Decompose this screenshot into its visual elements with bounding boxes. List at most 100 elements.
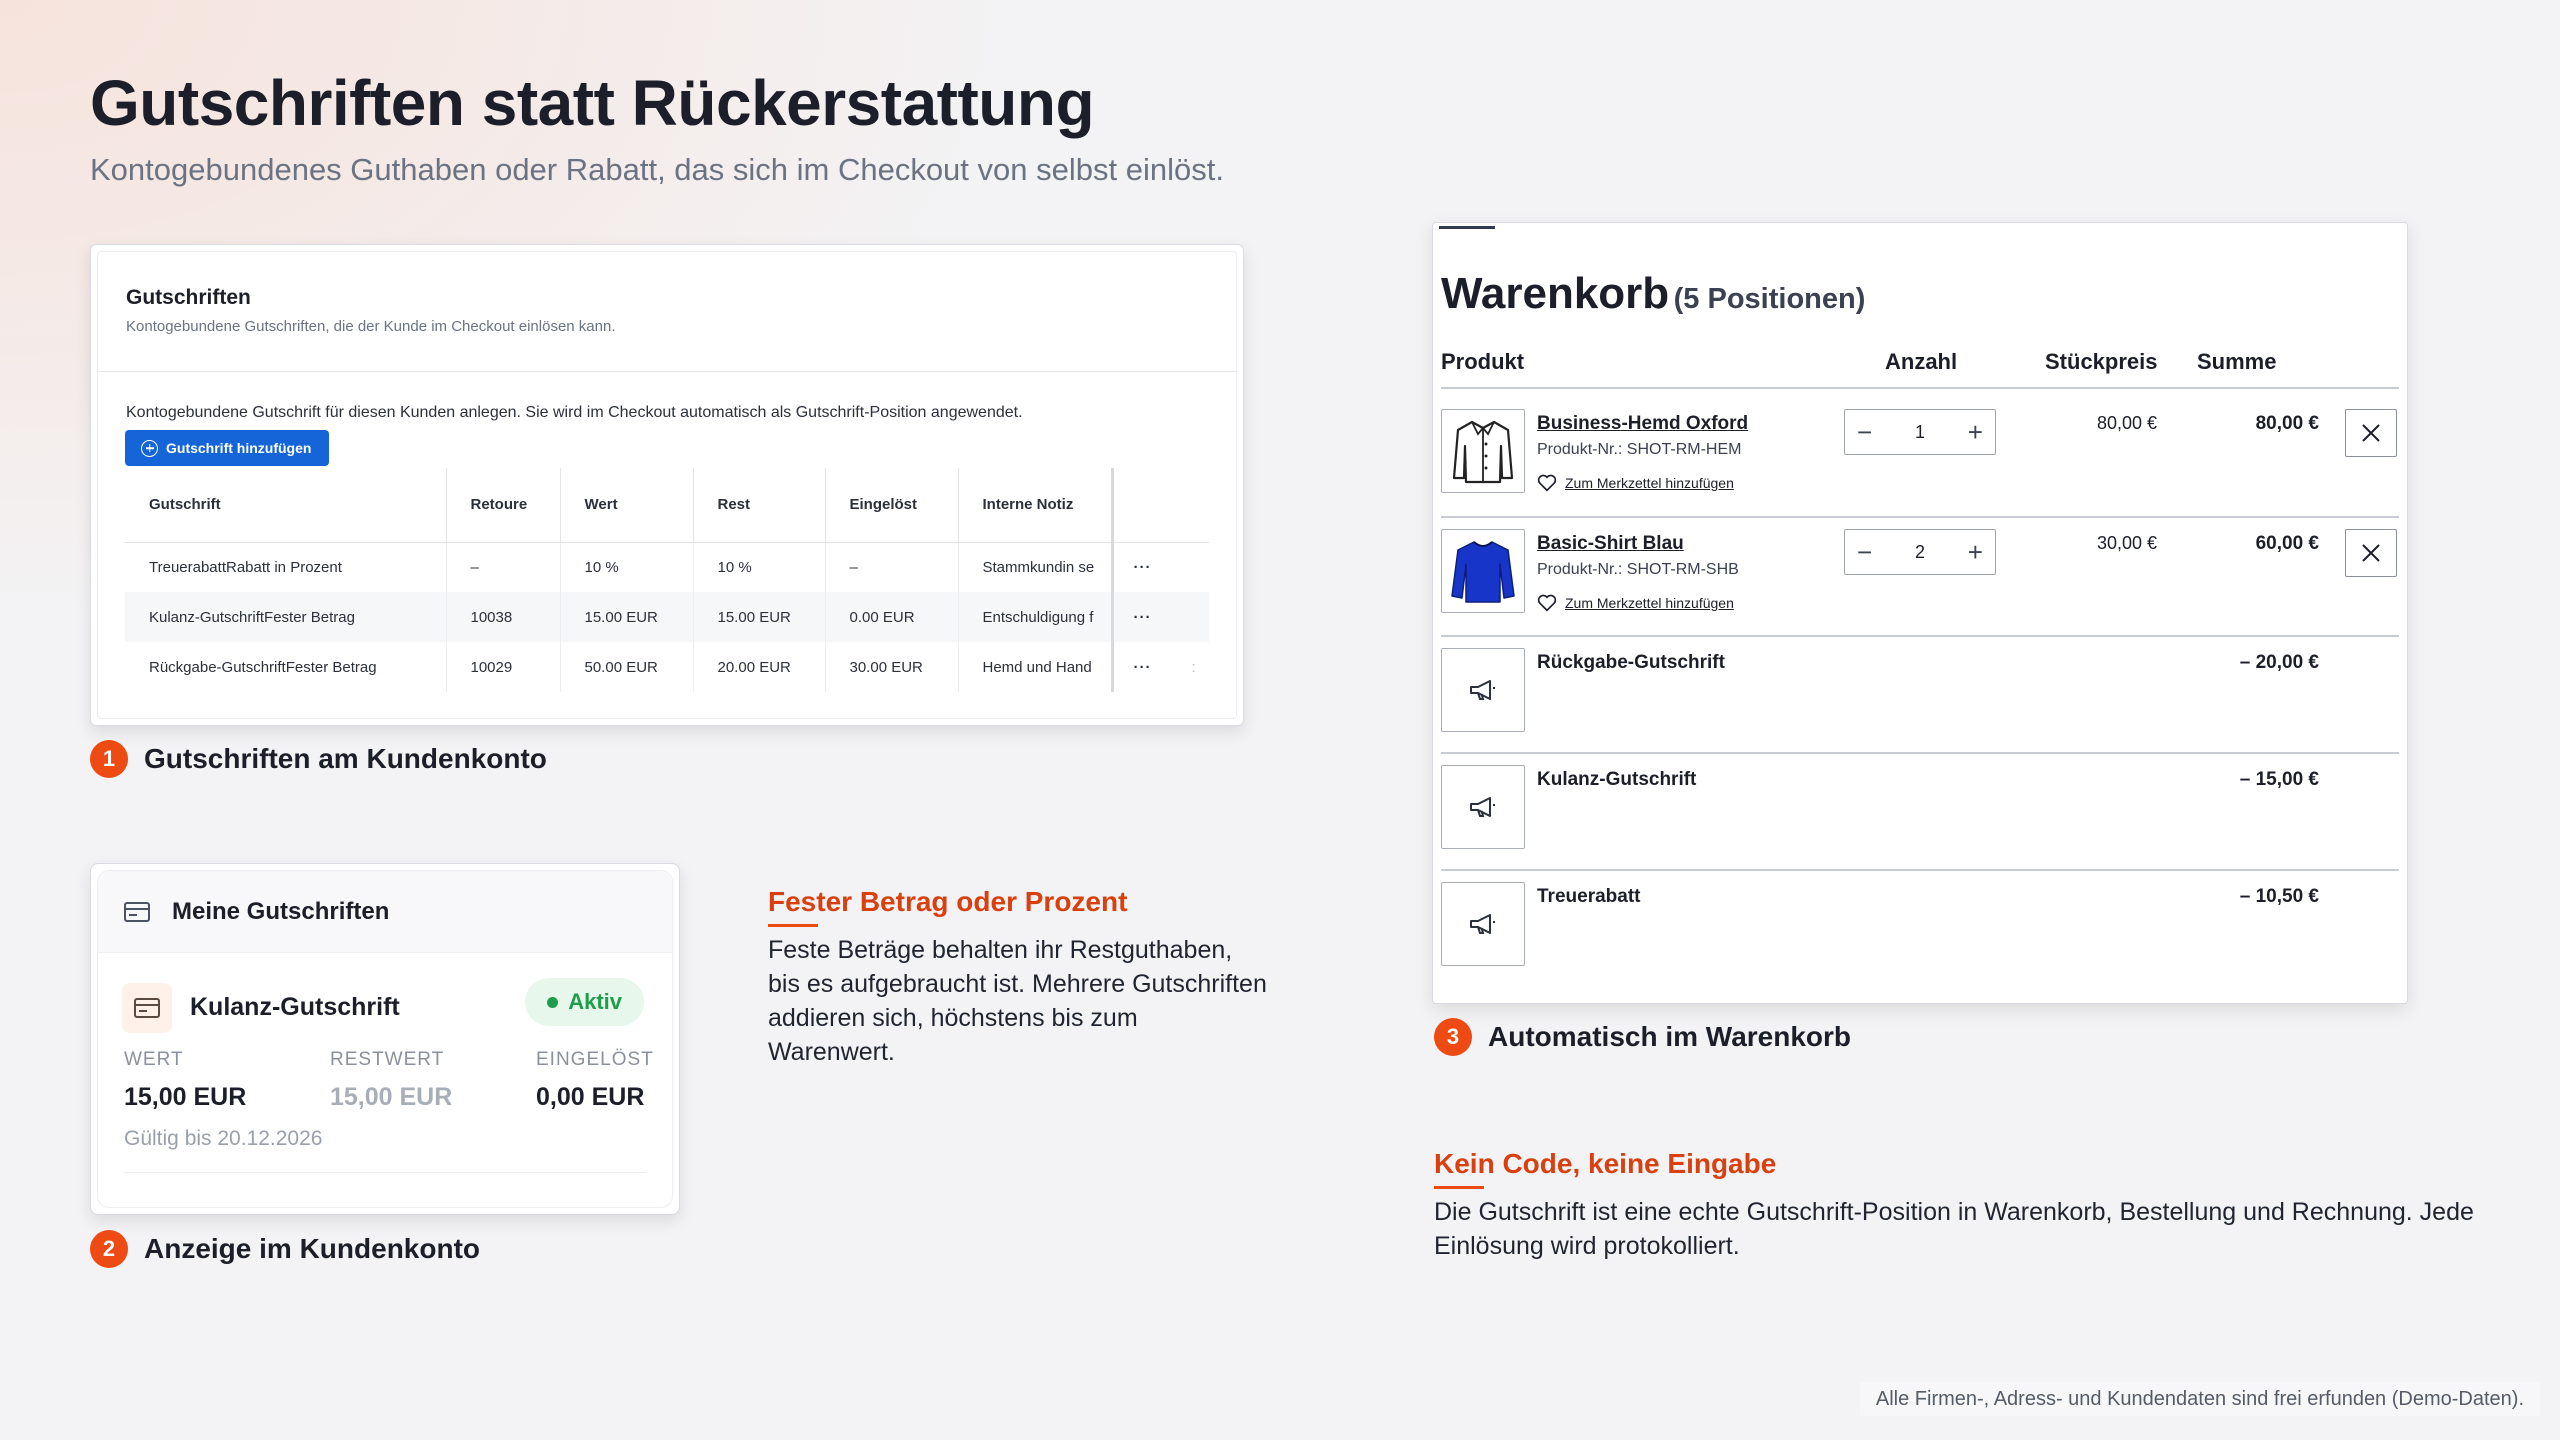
feature-underline: [768, 924, 818, 927]
product-name-link[interactable]: Business-Hemd Oxford: [1537, 413, 1748, 435]
cell-notiz: Entschuldigung f: [958, 592, 1114, 642]
credit-item-title: Kulanz-Gutschrift: [190, 993, 400, 1021]
col-header-stueckpreis: Stückpreis: [2045, 349, 2158, 374]
feature-heading: Kein Code, keine Eingabe: [1434, 1148, 1777, 1179]
megaphone-icon: [1470, 680, 1495, 700]
step-label: Anzeige im Kundenkonto: [144, 1233, 480, 1264]
credit-item-icon-box: [122, 983, 172, 1033]
quantity-stepper: − 1 +: [1844, 409, 1996, 455]
admin-description: Kontogebundene Gutschrift für diesen Kun…: [126, 404, 1023, 421]
customer-panel-header: Meine Gutschriften: [98, 871, 672, 953]
cart-title-text: Warenkorb: [1441, 269, 1670, 318]
cart-item-count: (5 Positionen): [1673, 283, 1866, 315]
col-header-produkt: Produkt: [1441, 349, 1525, 374]
cell-notiz: Stammkundin se: [958, 542, 1114, 592]
cell-gutschrift: TreuerabattRabatt in Prozent: [125, 542, 447, 592]
quantity-value[interactable]: 1: [1915, 422, 1925, 443]
status-badge: Aktiv: [525, 978, 644, 1026]
credit-sum: – 15,00 €: [2239, 769, 2319, 790]
wishlist-label: Zum Merkzettel hinzufügen: [1565, 475, 1734, 491]
row-divider: [1441, 752, 2399, 754]
feature-no-code: Kein Code, keine Eingabe Die Gutschrift …: [1434, 1148, 2474, 1263]
table-row: Kulanz-GutschriftFester Betrag 10038 15.…: [125, 592, 1209, 642]
product-thumbnail[interactable]: [1441, 409, 1525, 493]
value-eingeloest: 0,00 EUR: [536, 1083, 645, 1111]
credit-thumbnail: [1441, 765, 1525, 849]
label-wert: WERT: [124, 1049, 184, 1070]
step-1-label: 1 Gutschriften am Kundenkonto: [90, 740, 547, 778]
table-row: TreuerabattRabatt in Prozent – 10 % 10 %…: [125, 542, 1209, 592]
admin-panel-header: Gutschriften Kontogebundene Gutschriften…: [98, 252, 1236, 372]
shirt-outline-icon: [1452, 420, 1514, 484]
page-subtitle: Kontogebundenes Guthaben oder Rabatt, da…: [90, 152, 1224, 187]
cell-eingeloest: 0.00 EUR: [825, 592, 959, 642]
unit-price: 30,00 €: [2096, 533, 2157, 553]
add-to-wishlist-link[interactable]: Zum Merkzettel hinzufügen: [1537, 594, 1734, 612]
megaphone-icon: [1470, 797, 1495, 817]
increase-button[interactable]: +: [1968, 539, 1983, 565]
cell-eingeloest: –: [825, 542, 959, 592]
megaphone-icon: [1470, 914, 1495, 934]
row-actions-label: ···: [1133, 658, 1152, 676]
cell-retoure: –: [446, 542, 561, 592]
add-to-wishlist-link[interactable]: Zum Merkzettel hinzufügen: [1537, 474, 1734, 492]
demo-data-disclaimer: Alle Firmen-, Adress- und Kundendaten si…: [1859, 1382, 2540, 1416]
close-icon: [2362, 544, 2380, 562]
feature-heading: Fester Betrag oder Prozent: [768, 886, 1128, 917]
cell-rest: 20.00 EUR: [693, 642, 826, 692]
row-divider: [1441, 635, 2399, 637]
credit-card-icon: [134, 998, 160, 1018]
remove-item-button[interactable]: [2345, 529, 2397, 577]
credit-thumbnail: [1441, 648, 1525, 732]
cart-panel: Warenkorb (5 Positionen) Produkt Anzahl …: [1432, 222, 2408, 1004]
plus-circle-icon: [141, 439, 158, 457]
active-indicator: [1439, 226, 1495, 229]
col-header-retoure[interactable]: Retoure: [446, 468, 561, 543]
product-name-link[interactable]: Basic-Shirt Blau: [1537, 533, 1684, 555]
blue-shirt-icon: [1451, 541, 1515, 603]
cell-rest: 10 %: [693, 542, 826, 592]
feature-text: Die Gutschrift ist eine echte Gutschrift…: [1434, 1198, 2474, 1260]
header-divider: [1441, 387, 2399, 389]
col-header-actions: [1112, 468, 1209, 543]
col-header-gutschrift[interactable]: Gutschrift: [125, 468, 447, 543]
decrease-button[interactable]: −: [1857, 539, 1872, 565]
heart-icon: [1537, 474, 1557, 492]
increase-button[interactable]: +: [1968, 419, 1983, 445]
col-header-eingeloest[interactable]: Eingelöst: [825, 468, 959, 543]
credit-sum: – 10,50 €: [2239, 886, 2319, 907]
table-row: Rückgabe-GutschriftFester Betrag 10029 5…: [125, 642, 1209, 692]
admin-panel-subtitle: Kontogebundene Gutschriften, die der Kun…: [126, 318, 616, 335]
row-divider: [1441, 516, 2399, 518]
valid-until: Gültig bis 20.12.2026: [124, 1127, 323, 1150]
credit-name: Rückgabe-Gutschrift: [1537, 652, 1725, 673]
col-header-rest[interactable]: Rest: [693, 468, 826, 543]
step-2-label: 2 Anzeige im Kundenkonto: [90, 1230, 480, 1268]
cell-gutschrift: Rückgabe-GutschriftFester Betrag: [125, 642, 447, 692]
cart-title: Warenkorb (5 Positionen): [1441, 269, 1865, 319]
remove-item-button[interactable]: [2345, 409, 2397, 457]
col-header-wert[interactable]: Wert: [560, 468, 694, 543]
row-actions-button[interactable]: ···: [1112, 542, 1209, 592]
col-header-notiz[interactable]: Interne Notiz: [958, 468, 1114, 543]
row-actions-button[interactable]: ···: [1112, 592, 1209, 642]
row-actions-button[interactable]: ···:: [1112, 642, 1209, 692]
admin-credits-panel: Gutschriften Kontogebundene Gutschriften…: [90, 244, 1244, 726]
cell-wert: 10 %: [560, 542, 694, 592]
credit-sum: – 20,00 €: [2239, 652, 2319, 673]
cell-wert: 50.00 EUR: [560, 642, 694, 692]
cell-gutschrift: Kulanz-GutschriftFester Betrag: [125, 592, 447, 642]
credit-name: Treuerabatt: [1537, 886, 1641, 907]
decrease-button[interactable]: −: [1857, 419, 1872, 445]
admin-panel-title: Gutschriften: [126, 286, 251, 309]
quantity-stepper: − 2 +: [1844, 529, 1996, 575]
line-sum: 60,00 €: [2255, 533, 2319, 554]
add-credit-button[interactable]: Gutschrift hinzufügen: [125, 430, 330, 466]
step-number-badge: 2: [90, 1230, 128, 1268]
feature-underline: [1434, 1186, 1484, 1189]
credit-thumbnail: [1441, 882, 1525, 966]
label-restwert: RESTWERT: [330, 1049, 445, 1070]
product-thumbnail[interactable]: [1441, 529, 1525, 613]
quantity-value[interactable]: 2: [1915, 542, 1925, 563]
step-label: Automatisch im Warenkorb: [1488, 1021, 1852, 1052]
